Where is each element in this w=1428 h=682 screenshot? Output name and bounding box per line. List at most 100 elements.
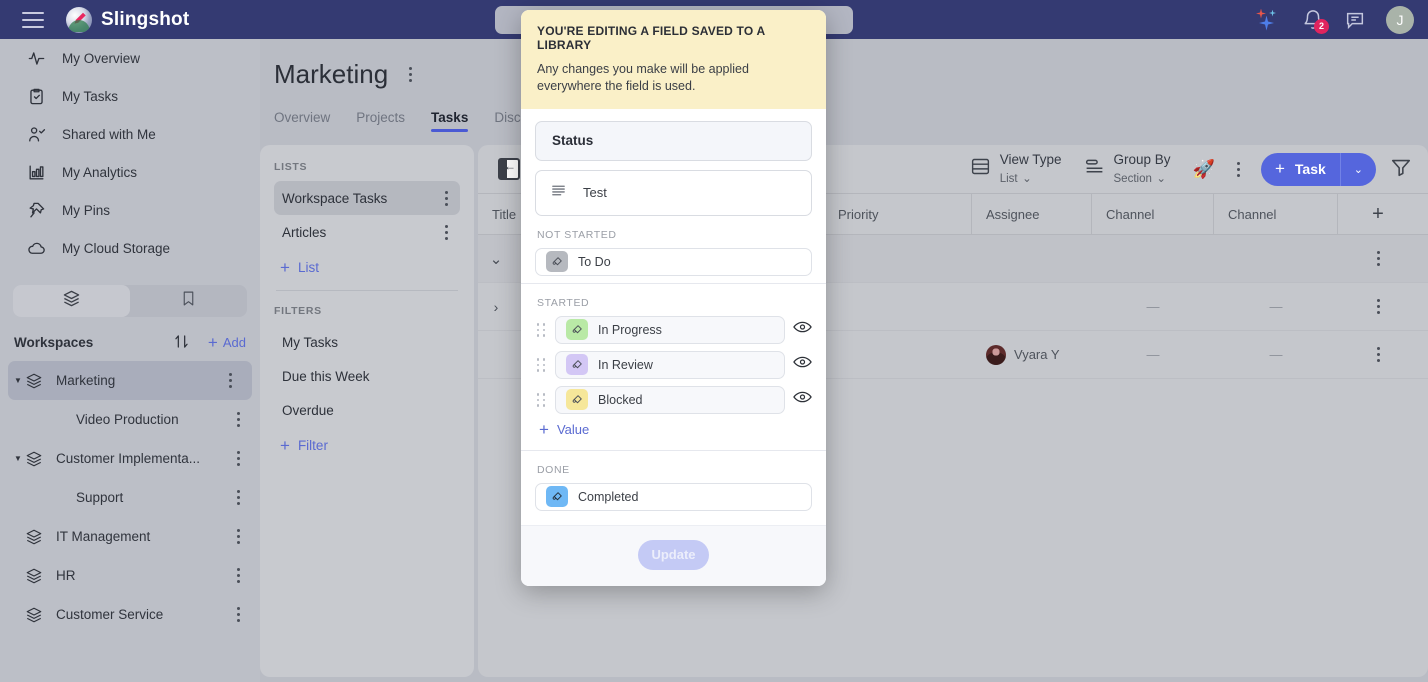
add-value-button[interactable]: + Value [539, 421, 812, 438]
workspace-menu-icon[interactable] [230, 451, 246, 466]
workspace-menu-icon[interactable] [230, 568, 246, 583]
sidebar-view-toggle [13, 285, 247, 317]
workspace-label: IT Management [56, 529, 151, 544]
workspace-menu-icon[interactable] [230, 490, 246, 505]
add-column-button[interactable]: + [1338, 194, 1418, 234]
hamburger-icon[interactable] [22, 11, 44, 28]
row-expander-chevron-right-icon[interactable]: › [478, 299, 514, 315]
add-filter-button[interactable]: + Filter [280, 437, 460, 454]
row-assignee[interactable]: Vyara Y [972, 344, 1092, 365]
banner-title: YOU'RE EDITING A FIELD SAVED TO A LIBRAR… [537, 24, 765, 52]
list-menu-icon[interactable] [438, 190, 454, 206]
sidebar-workspace-it-management[interactable]: IT Management [0, 517, 260, 556]
sidebar-workspace-customer-service[interactable]: Customer Service [0, 595, 260, 634]
toggle-bookmarks[interactable] [130, 285, 247, 317]
tab-bar: Overview Projects Tasks Discussio [260, 90, 1428, 132]
sidebar-item-my-analytics[interactable]: My Analytics [0, 153, 260, 191]
sidebar-item-my-tasks[interactable]: My Tasks [0, 77, 260, 115]
group-by-control[interactable]: Group By Section ⌄ [1084, 151, 1171, 187]
list-item-workspace-tasks[interactable]: Workspace Tasks [274, 181, 460, 215]
filter-item-label: My Tasks [282, 334, 339, 350]
list-item-articles[interactable]: Articles [274, 215, 460, 249]
page-menu-icon[interactable] [402, 67, 418, 82]
chevron-down-icon[interactable]: ⌄ [1341, 163, 1376, 176]
column-header-priority[interactable]: Priority [824, 194, 972, 234]
toggle-workspaces[interactable] [13, 285, 130, 317]
add-task-button[interactable]: + Task ⌄ [1260, 152, 1376, 186]
status-value-row[interactable]: Blocked [535, 385, 812, 414]
sidebar-item-my-cloud-storage[interactable]: My Cloud Storage [0, 229, 260, 267]
rocket-icon[interactable]: 🚀 [1193, 159, 1215, 180]
user-avatar[interactable]: J [1386, 5, 1414, 34]
workspace-menu-icon[interactable] [230, 529, 246, 544]
status-value-to-do[interactable]: To Do [535, 247, 812, 276]
status-value-completed[interactable]: Completed [535, 482, 812, 511]
field-description-input[interactable]: Test [535, 169, 812, 216]
app-root: Slingshot 2 J My Overview My Tasks Share… [0, 0, 1428, 682]
collapse-panel-icon[interactable] [498, 158, 520, 180]
sidebar-item-my-pins[interactable]: My Pins [0, 191, 260, 229]
add-list-button[interactable]: + List [280, 259, 460, 276]
color-swatch-icon[interactable] [566, 389, 588, 411]
column-header-assignee[interactable]: Assignee [972, 194, 1092, 234]
filter-icon[interactable] [1390, 156, 1412, 183]
sidebar-workspace-video-production[interactable]: Video Production [0, 400, 260, 439]
column-header-channel-2[interactable]: Channel [1214, 194, 1338, 234]
row-menu-icon[interactable] [1370, 251, 1386, 266]
color-swatch-icon[interactable] [546, 251, 568, 273]
chevron-down-icon[interactable]: ▼ [12, 454, 24, 463]
color-swatch-icon[interactable] [566, 319, 588, 341]
tab-tasks[interactable]: Tasks [431, 110, 469, 132]
filter-item-overdue[interactable]: Overdue [274, 393, 460, 427]
sidebar-workspace-support[interactable]: Support [0, 478, 260, 517]
view-type-control[interactable]: View Type List ⌄ [970, 151, 1062, 187]
chevron-down-icon[interactable]: ▼ [12, 376, 24, 385]
list-menu-icon[interactable] [438, 224, 454, 240]
workspace-menu-icon[interactable] [230, 412, 246, 427]
workspace-menu-icon[interactable] [222, 373, 238, 388]
sidebar-item-shared-with-me[interactable]: Shared with Me [0, 115, 260, 153]
column-header-channel-1[interactable]: Channel [1092, 194, 1214, 234]
row-menu-icon[interactable] [1370, 299, 1386, 314]
row-expander-chevron-down-icon[interactable]: ⌄ [478, 250, 514, 268]
row-menu-icon[interactable] [1370, 347, 1386, 362]
status-value-blocked[interactable]: Blocked [555, 385, 785, 414]
visibility-eye-icon[interactable] [793, 390, 812, 409]
sidebar-item-label: Shared with Me [62, 126, 156, 142]
status-value-row[interactable]: In Progress [535, 315, 812, 344]
tab-overview[interactable]: Overview [274, 110, 330, 132]
color-swatch-icon[interactable] [546, 486, 568, 508]
status-value-row[interactable]: To Do [535, 247, 812, 276]
sort-icon[interactable] [172, 332, 192, 352]
group-label-started: STARTED [537, 296, 590, 309]
status-value-row[interactable]: In Review [535, 350, 812, 379]
visibility-eye-icon[interactable] [793, 320, 812, 339]
field-name-input[interactable]: Status [535, 120, 812, 161]
avatar [986, 344, 1006, 365]
status-value-in-progress[interactable]: In Progress [555, 315, 785, 344]
drag-handle-icon[interactable] [535, 358, 547, 372]
workspace-menu-icon[interactable] [230, 607, 246, 622]
visibility-eye-icon[interactable] [793, 355, 812, 374]
status-value-row[interactable]: Completed [535, 482, 812, 511]
status-value-in-review[interactable]: In Review [555, 350, 785, 379]
toolbar-more-icon[interactable] [1231, 161, 1247, 177]
sidebar-item-my-overview[interactable]: My Overview [0, 39, 260, 77]
tab-projects[interactable]: Projects [356, 110, 405, 132]
drag-handle-icon[interactable] [535, 393, 547, 407]
filter-item-due-this-week[interactable]: Due this Week [274, 359, 460, 393]
sidebar-workspace-hr[interactable]: HR [0, 556, 260, 595]
brand[interactable]: Slingshot [66, 6, 189, 33]
sidebar-workspace-customer-implementation[interactable]: ▼ Customer Implementa... [0, 439, 260, 478]
chevron-down-icon[interactable]: ⌄ [1156, 173, 1166, 185]
drag-handle-icon[interactable] [535, 323, 547, 337]
sidebar-workspace-marketing[interactable]: ▼ Marketing [8, 361, 252, 400]
chevron-down-icon[interactable]: ⌄ [1022, 173, 1032, 185]
filter-item-my-tasks[interactable]: My Tasks [274, 325, 460, 359]
update-button[interactable]: Update [638, 539, 709, 570]
add-workspace-button[interactable]: + Add [208, 334, 246, 351]
notifications-bell-icon[interactable]: 2 [1302, 9, 1329, 34]
ai-sparkle-icon[interactable] [1256, 8, 1282, 31]
chat-icon[interactable] [1344, 9, 1366, 31]
color-swatch-icon[interactable] [566, 354, 588, 376]
